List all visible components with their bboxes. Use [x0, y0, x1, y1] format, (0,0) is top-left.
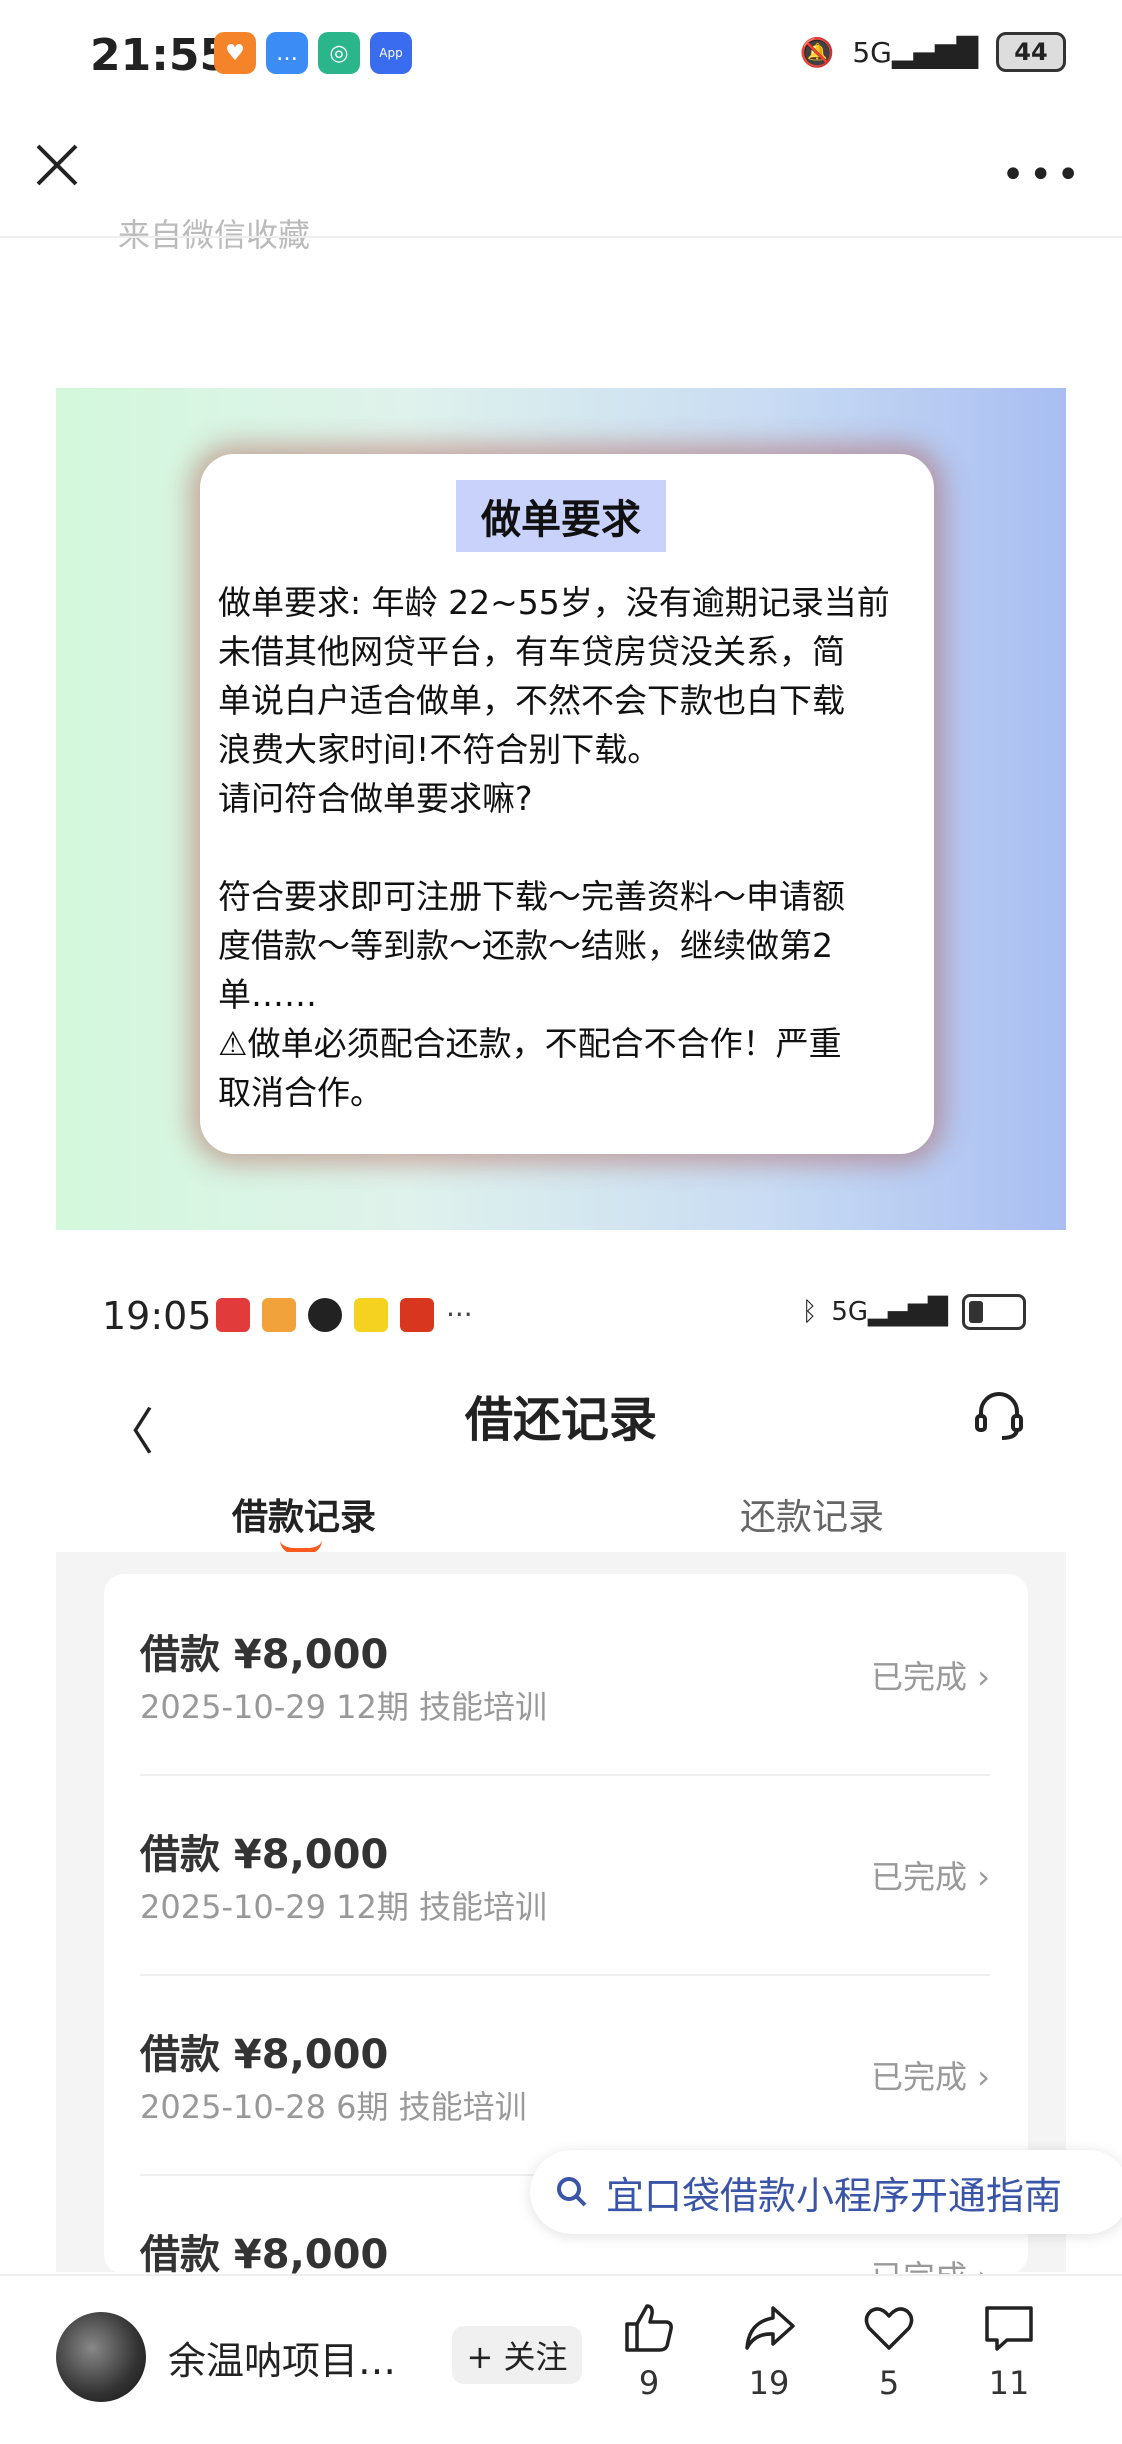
record-status: 已完成 › — [871, 2058, 990, 2096]
signal-icon: 5G▂▄▆█ — [852, 35, 978, 69]
inner-status-right: ᛒ 5G▂▄▆█ — [802, 1294, 1026, 1330]
comment-button[interactable]: 11 — [964, 2300, 1054, 2402]
status-time: 21:55 — [90, 30, 231, 81]
heart-icon — [864, 2307, 914, 2350]
follow-button[interactable]: + 关注 — [452, 2326, 582, 2384]
more-notifications: ··· — [446, 1298, 473, 1331]
poster-title: 做单要求 — [456, 480, 666, 552]
like-button[interactable]: 9 — [604, 2300, 694, 2402]
tab-borrow-records[interactable]: 借款记录 — [232, 1488, 376, 1540]
search-suggestion[interactable]: 宜口袋借款小程序开通指南 — [530, 2150, 1122, 2234]
record-status: 已完成 › — [871, 1658, 990, 1696]
status-bar: 21:55 ♥ … ◎ App 🔕 5G▂▄▆█ 44 — [0, 0, 1122, 118]
fingerprint-app-icon: ◎ — [318, 32, 360, 74]
record-amount: 借款 ¥8,000 — [140, 2232, 389, 2278]
record-row[interactable]: 借款 ¥8,000 2025-10-29 12期 技能培训 已完成 › — [140, 1822, 990, 2022]
author-name[interactable]: 余温呐项目… — [168, 2330, 396, 2385]
comment-count: 11 — [988, 2364, 1030, 2402]
bluetooth-icon: ᛒ — [801, 1297, 818, 1327]
app-icon — [216, 1298, 250, 1332]
divider — [140, 1774, 990, 1776]
thumbs-up-icon — [625, 2304, 673, 2352]
share-button[interactable]: 19 — [724, 2300, 814, 2402]
record-amount: 借款 ¥8,000 — [140, 2032, 389, 2078]
page-title: 借还记录 — [464, 1392, 657, 1448]
app-icon — [400, 1298, 434, 1332]
share-count: 19 — [748, 2364, 790, 2402]
heart-app-icon: ♥ — [214, 32, 256, 74]
record-status: 已完成 › — [871, 1858, 990, 1896]
record-row[interactable]: 借款 ¥8,000 2025-10-29 12期 技能培训 已完成 › — [140, 1622, 990, 1822]
signal-icon: 5G▂▄▆█ — [831, 1297, 948, 1327]
status-right: 🔕 5G▂▄▆█ 44 — [799, 32, 1066, 72]
chevron-right-icon: › — [977, 1858, 990, 1896]
search-icon — [557, 2177, 587, 2207]
battery-icon: 44 — [996, 32, 1066, 72]
favorite-count: 5 — [878, 2364, 900, 2402]
mute-icon: 🔕 — [799, 35, 835, 69]
divider — [0, 236, 1122, 238]
avatar[interactable] — [56, 2312, 146, 2402]
tab-repay-records[interactable]: 还款记录 — [740, 1488, 884, 1540]
close-icon[interactable] — [32, 140, 82, 190]
comment-icon — [985, 2306, 1033, 2351]
poster-body: 做单要求: 年龄 22~55岁，没有逾期记录当前 未借其他网贷平台，有车贷房贷没… — [218, 583, 890, 1112]
record-amount: 借款 ¥8,000 — [140, 1832, 389, 1878]
penguin-icon — [308, 1298, 342, 1332]
more-icon[interactable]: ••• — [1001, 152, 1084, 198]
record-amount: 借款 ¥8,000 — [140, 1632, 389, 1678]
battery-icon — [962, 1294, 1026, 1330]
headset-icon[interactable] — [972, 1388, 1026, 1442]
share-icon — [745, 2306, 795, 2350]
record-detail: 2025-10-29 12期 技能培训 — [140, 1888, 548, 1926]
inner-status-time: 19:05 — [102, 1294, 212, 1338]
chevron-right-icon: › — [977, 2058, 990, 2096]
chevron-right-icon: › — [977, 1658, 990, 1696]
app-icon — [354, 1298, 388, 1332]
like-count: 9 — [638, 2364, 660, 2402]
record-detail: 2025-10-29 12期 技能培训 — [140, 1688, 548, 1726]
message-app-icon: … — [266, 32, 308, 74]
app-market-icon: App — [370, 32, 412, 74]
divider — [140, 1974, 990, 1976]
record-detail: 2025-10-28 6期 技能培训 — [140, 2088, 527, 2126]
app-icon — [262, 1298, 296, 1332]
search-suggestion-text: 宜口袋借款小程序开通指南 — [606, 2173, 1063, 2218]
source-caption: 来自微信收藏 — [118, 216, 311, 254]
favorite-button[interactable]: 5 — [844, 2300, 934, 2402]
